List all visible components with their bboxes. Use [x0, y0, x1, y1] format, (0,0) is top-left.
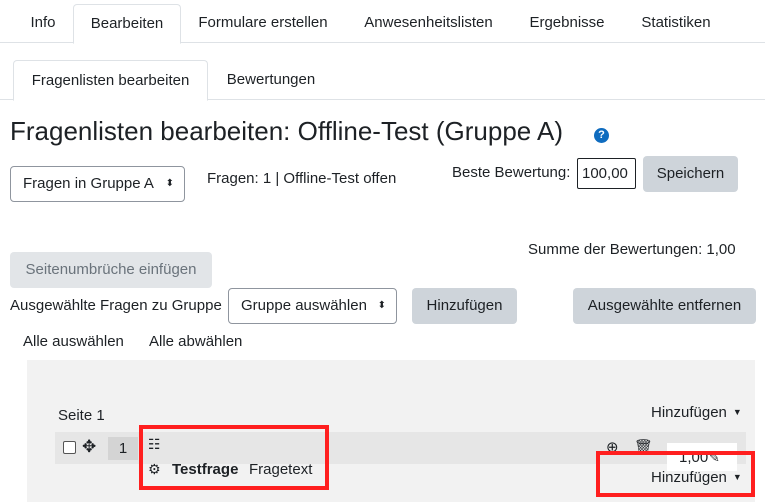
edit-mark-icon[interactable]: ✎ — [709, 450, 720, 466]
subtab-bewertungen[interactable]: Bewertungen — [210, 60, 332, 101]
quiz-info-text: Fragen: 1 | Offline-Test offen — [207, 170, 397, 187]
add-menu-label: Hinzufügen — [651, 404, 727, 421]
caret-down-icon: ▼ — [732, 472, 742, 482]
page-label: Seite 1 — [58, 407, 105, 424]
move-icon[interactable]: ✥ — [82, 437, 96, 457]
add-menu-page[interactable]: Hinzufügen ▼ — [651, 404, 742, 421]
question-name[interactable]: Testfrage — [172, 461, 238, 478]
tab-formulare-erstellen[interactable]: Formulare erstellen — [183, 4, 343, 44]
delete-icon[interactable]: 🗑 — [634, 440, 653, 456]
bulk-add-button[interactable]: Hinzufügen — [412, 288, 517, 324]
save-button[interactable]: Speichern — [643, 156, 738, 192]
tab-bearbeiten[interactable]: Bearbeiten — [73, 4, 181, 44]
group-select[interactable]: Fragen in Gruppe A ⬍ — [10, 166, 185, 202]
deselect-all-link[interactable]: Alle abwählen — [149, 333, 242, 350]
sum-grades-text: Summe der Bewertungen: 1,00 — [528, 241, 736, 258]
select-caret-icon: ⬍ — [165, 178, 174, 189]
max-grade-input[interactable]: 100,00 — [577, 158, 636, 189]
bulk-group-select[interactable]: Gruppe auswählen ⬍ — [228, 288, 397, 324]
group-select-value: Fragen in Gruppe A — [23, 175, 154, 192]
sub-tabs: Fragenlisten bearbeiten Bewertungen — [0, 60, 765, 101]
page-title: Fragenlisten bearbeiten: Offline-Test (G… — [10, 116, 564, 146]
add-menu-slot[interactable]: Hinzufügen ▼ — [651, 469, 742, 486]
subtab-fragenlisten-bearbeiten[interactable]: Fragenlisten bearbeiten — [13, 60, 208, 101]
max-grade-label: Beste Bewertung: — [452, 164, 571, 181]
tab-anwesenheitslisten[interactable]: Anwesenheitslisten — [346, 4, 511, 44]
remove-selected-button[interactable]: Ausgewählte entfernen — [573, 288, 756, 324]
bulk-group-select-value: Gruppe auswählen — [241, 297, 367, 314]
add-menu-label: Hinzufügen — [651, 469, 727, 486]
question-type-icon: ☷ — [148, 436, 161, 452]
select-caret-icon: ⬍ — [377, 300, 386, 311]
question-mark-value: 1,00 — [679, 449, 709, 466]
tab-statistiken[interactable]: Statistiken — [622, 4, 730, 44]
question-text: Fragetext — [249, 461, 313, 478]
bulk-group-label: Ausgewählte Fragen zu Gruppe — [10, 297, 222, 314]
select-all-link[interactable]: Alle auswählen — [23, 333, 124, 350]
question-list-panel — [27, 360, 755, 502]
repaginate-button[interactable]: Seitenumbrüche einfügen — [10, 252, 212, 288]
preview-icon[interactable]: ⊕ — [606, 440, 619, 456]
question-checkbox[interactable] — [63, 441, 76, 454]
question-mark: 1,00 — [667, 443, 737, 471]
tab-ergebnisse[interactable]: Ergebnisse — [514, 4, 620, 44]
slot-number: 1 — [108, 437, 138, 460]
main-tabs: Info Bearbeiten Formulare erstellen Anwe… — [0, 0, 765, 44]
gear-icon[interactable]: ⚙ — [148, 461, 161, 477]
help-icon[interactable]: ? — [594, 128, 609, 143]
tab-info[interactable]: Info — [14, 4, 72, 44]
caret-down-icon: ▼ — [732, 407, 742, 417]
